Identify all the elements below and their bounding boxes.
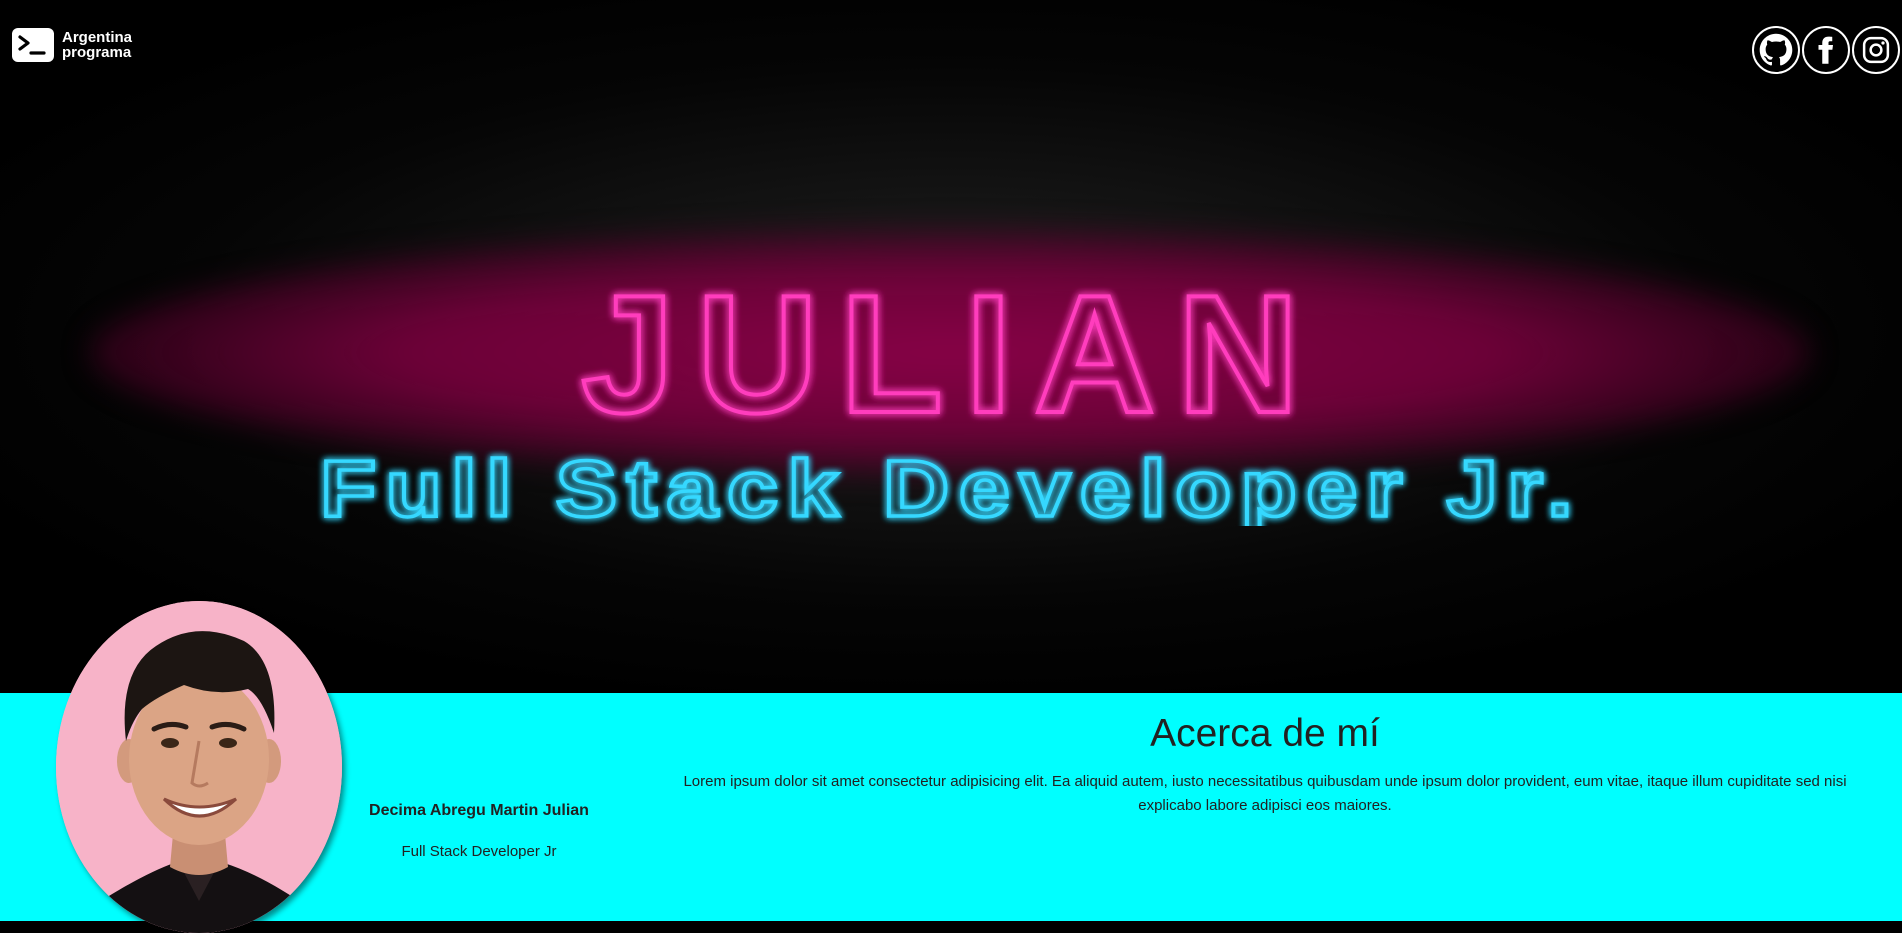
about-text: Lorem ipsum dolor sit amet consectetur a… (683, 773, 1847, 814)
instagram-link[interactable] (1852, 26, 1900, 74)
instagram-icon (1862, 36, 1890, 64)
facebook-icon (1818, 36, 1833, 64)
profile-name: Decima Abregu Martin Julian (369, 802, 589, 819)
profile-role: Full Stack Developer Jr (401, 843, 557, 860)
github-link[interactable] (1752, 26, 1800, 74)
brand-line-2: programa (62, 44, 132, 61)
profile-photo (56, 601, 342, 933)
github-icon (1759, 33, 1793, 66)
brand-name: Argentina programa (62, 30, 132, 60)
hero-subtitle-neon: Full Stack Developer Jr. (318, 446, 1582, 526)
social-links (1752, 26, 1900, 74)
hero-name: JULIAN (581, 266, 1321, 426)
hero-name-neon: JULIAN (579, 266, 1321, 426)
brand-line-1: Argentina (62, 29, 133, 46)
hero-banner: JULIAN Full Stack Developer Jr. (0, 0, 1902, 693)
brand-logo[interactable]: Argentina programa (12, 28, 132, 62)
facebook-link[interactable] (1802, 26, 1850, 74)
terminal-icon (12, 28, 54, 62)
hero-subtitle: Full Stack Developer Jr. (320, 446, 1582, 526)
about-title: Acerca de mí (1150, 712, 1380, 755)
